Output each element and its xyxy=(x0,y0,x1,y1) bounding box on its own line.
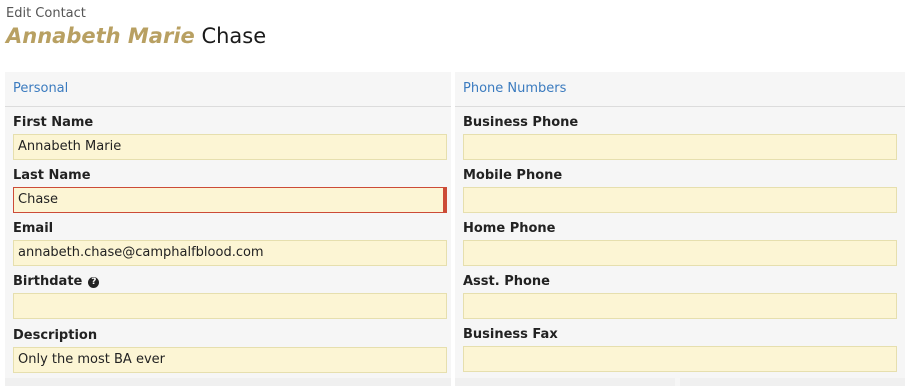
business-phone-field: Business Phone xyxy=(463,115,897,160)
last-name-input[interactable]: Chase xyxy=(13,187,447,213)
personal-panel: Personal First Name Annabeth Marie Last … xyxy=(5,72,451,386)
email-label: Email xyxy=(13,221,54,236)
personal-panel-title: Personal xyxy=(5,72,451,107)
email-field: Email annabeth.chase@camphalfblood.com xyxy=(13,221,447,266)
last-name-label: Last Name xyxy=(13,168,91,183)
home-phone-label: Home Phone xyxy=(463,221,556,236)
home-phone-input[interactable] xyxy=(463,240,897,266)
business-phone-input[interactable] xyxy=(463,134,897,160)
page-title: Annabeth Marie Chase xyxy=(6,22,266,50)
asst-phone-label: Asst. Phone xyxy=(463,274,551,289)
mobile-phone-label: Mobile Phone xyxy=(463,168,563,183)
home-phone-field: Home Phone xyxy=(463,221,897,266)
mobile-phone-field: Mobile Phone xyxy=(463,168,897,213)
page-header: Edit Contact Annabeth Marie Chase xyxy=(6,6,266,50)
birthdate-field: Birthdate ? xyxy=(13,274,447,319)
mobile-phone-input[interactable] xyxy=(463,187,897,213)
business-fax-label: Business Fax xyxy=(463,327,558,342)
birthdate-input[interactable] xyxy=(13,293,447,319)
business-phone-label: Business Phone xyxy=(463,115,579,130)
business-fax-input[interactable] xyxy=(463,346,897,372)
first-name-label: First Name xyxy=(13,115,94,130)
business-fax-field: Business Fax xyxy=(463,327,897,372)
birthdate-label-row: Birthdate ? xyxy=(13,274,447,290)
birthdate-label: Birthdate xyxy=(13,274,83,289)
asst-phone-input[interactable] xyxy=(463,293,897,319)
contact-given-names: Annabeth Marie xyxy=(6,24,195,48)
phone-numbers-panel: Phone Numbers Business Phone Mobile Phon… xyxy=(455,72,905,386)
asst-phone-field: Asst. Phone xyxy=(463,274,897,319)
panel-divider-right xyxy=(680,378,905,386)
first-name-input[interactable]: Annabeth Marie xyxy=(13,134,447,160)
last-name-field: Last Name Chase xyxy=(13,168,447,213)
contact-family-name: Chase xyxy=(201,24,267,48)
panel-divider-left xyxy=(5,378,451,386)
panel-divider-middle xyxy=(455,378,675,386)
page-subtitle: Edit Contact xyxy=(6,6,86,21)
description-field: Description Only the most BA ever xyxy=(13,328,447,373)
email-input[interactable]: annabeth.chase@camphalfblood.com xyxy=(13,240,447,266)
description-input[interactable]: Only the most BA ever xyxy=(13,347,447,373)
question-circle-icon[interactable]: ? xyxy=(88,276,100,288)
description-label: Description xyxy=(13,328,98,343)
phone-numbers-panel-title: Phone Numbers xyxy=(455,72,905,107)
first-name-field: First Name Annabeth Marie xyxy=(13,115,447,160)
